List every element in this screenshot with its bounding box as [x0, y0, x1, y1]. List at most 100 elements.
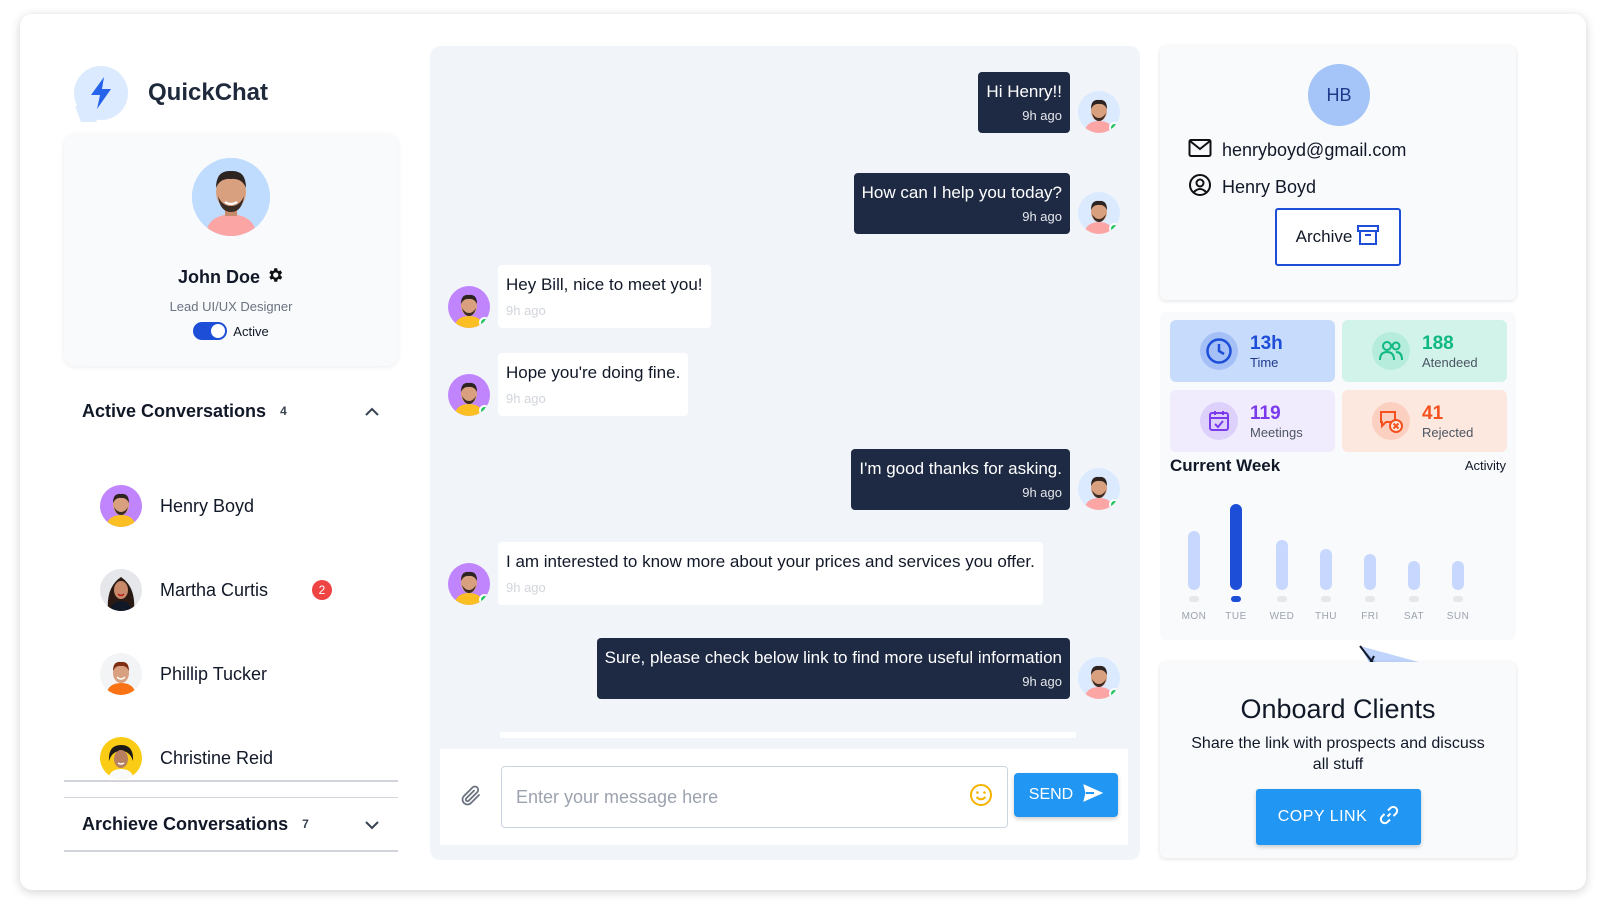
emoji-icon[interactable] — [969, 783, 993, 812]
message-input-box — [501, 766, 1008, 828]
bar-tue — [1216, 504, 1256, 602]
message-incoming: Hey Bill, nice to meet you! 9h ago — [448, 265, 711, 328]
bar-dot — [1365, 596, 1375, 602]
send-button[interactable]: SEND — [1014, 773, 1118, 817]
archive-label: Archive — [1295, 227, 1353, 246]
day-label: WED — [1269, 611, 1295, 622]
message-bubble-partial — [500, 732, 1076, 738]
bar-dot — [1231, 596, 1241, 602]
divider — [64, 780, 398, 782]
status-label: Active — [233, 323, 269, 339]
bar-sun — [1438, 561, 1478, 602]
avatar — [100, 485, 142, 527]
stat-label: Atendeed — [1422, 354, 1478, 370]
day-label: SAT — [1403, 611, 1425, 622]
contact-card: HB henryboyd@gmail.com Henry Boyd Archiv… — [1160, 46, 1516, 300]
message-bubble: I'm good thanks for asking. 9h ago — [851, 449, 1070, 510]
avatar — [1078, 657, 1120, 699]
stats-card: 13h Time 188 Atendeed 119 Meetings 41 Re… — [1160, 312, 1516, 640]
divider — [64, 850, 398, 852]
message-bubble: How can I help you today? 9h ago — [853, 173, 1070, 234]
message-text: Sure, please check below link to find mo… — [604, 648, 1062, 667]
paperclip-icon[interactable] — [460, 783, 484, 814]
bar-fill — [1230, 504, 1242, 590]
copy-link-button[interactable]: COPY LINK — [1256, 789, 1421, 845]
message-time: 9h ago — [1022, 674, 1062, 689]
bar-thu — [1306, 549, 1346, 602]
avatar — [1078, 192, 1120, 234]
profile-role: Lead UI/UX Designer — [169, 299, 293, 314]
bar-fill — [1364, 554, 1376, 590]
avatar[interactable] — [192, 158, 270, 236]
online-indicator — [479, 317, 490, 328]
chevron-up-icon[interactable] — [364, 401, 380, 422]
message-text: Hi Henry!! — [986, 82, 1062, 101]
conversation-count: 7 — [302, 817, 309, 831]
link-icon — [1379, 805, 1399, 830]
avatar — [448, 563, 490, 605]
status-toggle[interactable] — [193, 322, 228, 340]
message-text: I am interested to know more about your … — [506, 552, 1035, 571]
message-bubble: Sure, please check below link to find mo… — [596, 638, 1070, 699]
stat-value: 41 — [1422, 402, 1444, 424]
message-input[interactable] — [516, 786, 969, 808]
stat-rejected: 41 Rejected — [1342, 390, 1507, 452]
chat-panel: Hi Henry!! 9h ago How can I help you tod… — [430, 46, 1140, 860]
message-outgoing: Hi Henry!! 9h ago — [978, 72, 1120, 133]
bar-fill — [1452, 561, 1464, 590]
online-indicator — [1109, 499, 1120, 510]
contact-name: Martha Curtis — [160, 579, 269, 600]
bar-mon — [1174, 531, 1214, 602]
bar-fri — [1350, 554, 1390, 602]
list-item[interactable]: Phillip Tucker — [64, 632, 398, 716]
message-incoming: Hope you're doing fine. 9h ago — [448, 353, 689, 416]
avatar — [100, 653, 142, 695]
active-conversations-header[interactable]: Active Conversations 4 — [64, 383, 398, 439]
stat-value: 119 — [1250, 402, 1281, 424]
mail-icon — [1188, 138, 1212, 163]
weekly-activity-chart: MON TUE WED THU FRI SAT SUN — [1160, 492, 1516, 622]
message-time: 9h ago — [506, 580, 546, 595]
profile-name: John Doe — [177, 267, 260, 287]
bar-dot — [1189, 596, 1199, 602]
stat-label: Time — [1250, 354, 1279, 370]
message-time: 9h ago — [1022, 209, 1062, 224]
stat-value: 188 — [1422, 332, 1454, 354]
conversation-list: Henry Boyd Martha Curtis 2 Phillip Tucke… — [64, 464, 398, 800]
message-text: Hope you're doing fine. — [506, 363, 681, 382]
online-indicator — [479, 405, 490, 416]
archive-conversations-header[interactable]: Archieve Conversations 7 — [64, 796, 398, 852]
conversation-count: 4 — [280, 404, 287, 418]
contact-initials-avatar: HB — [1308, 64, 1370, 126]
gear-icon[interactable] — [266, 266, 284, 289]
archive-icon — [1356, 223, 1380, 252]
bar-dot — [1277, 596, 1287, 602]
bar-sat — [1394, 561, 1434, 602]
online-indicator — [1109, 688, 1120, 699]
avatar — [100, 737, 142, 779]
avatar — [100, 569, 142, 611]
bar-dot — [1453, 596, 1463, 602]
clock-icon — [1200, 332, 1238, 370]
online-indicator — [479, 594, 490, 605]
archive-button[interactable]: Archive — [1275, 208, 1401, 266]
message-time: 9h ago — [1022, 485, 1062, 500]
send-icon — [1083, 783, 1104, 807]
list-item[interactable]: Martha Curtis 2 — [64, 548, 398, 632]
calendar-check-icon — [1200, 402, 1238, 440]
message-text: Hey Bill, nice to meet you! — [506, 275, 703, 294]
stat-label: Rejected — [1422, 424, 1474, 440]
avatar — [1078, 468, 1120, 510]
message-outgoing: Sure, please check below link to find mo… — [596, 638, 1120, 699]
lightning-icon — [74, 66, 128, 120]
contact-email: henryboyd@gmail.com — [1222, 140, 1407, 160]
list-item[interactable]: Christine Reid — [64, 716, 398, 800]
day-label: FRI — [1361, 611, 1379, 622]
message-outgoing: I'm good thanks for asking. 9h ago — [851, 449, 1120, 510]
profile-card: John Doe Lead UI/UX Designer Active — [64, 134, 398, 366]
activity-label[interactable]: Activity — [1465, 458, 1506, 473]
stat-time: 13h Time — [1170, 320, 1335, 382]
list-item[interactable]: Henry Boyd — [64, 464, 398, 548]
chevron-down-icon[interactable] — [364, 814, 380, 835]
day-label: TUE — [1225, 611, 1247, 622]
